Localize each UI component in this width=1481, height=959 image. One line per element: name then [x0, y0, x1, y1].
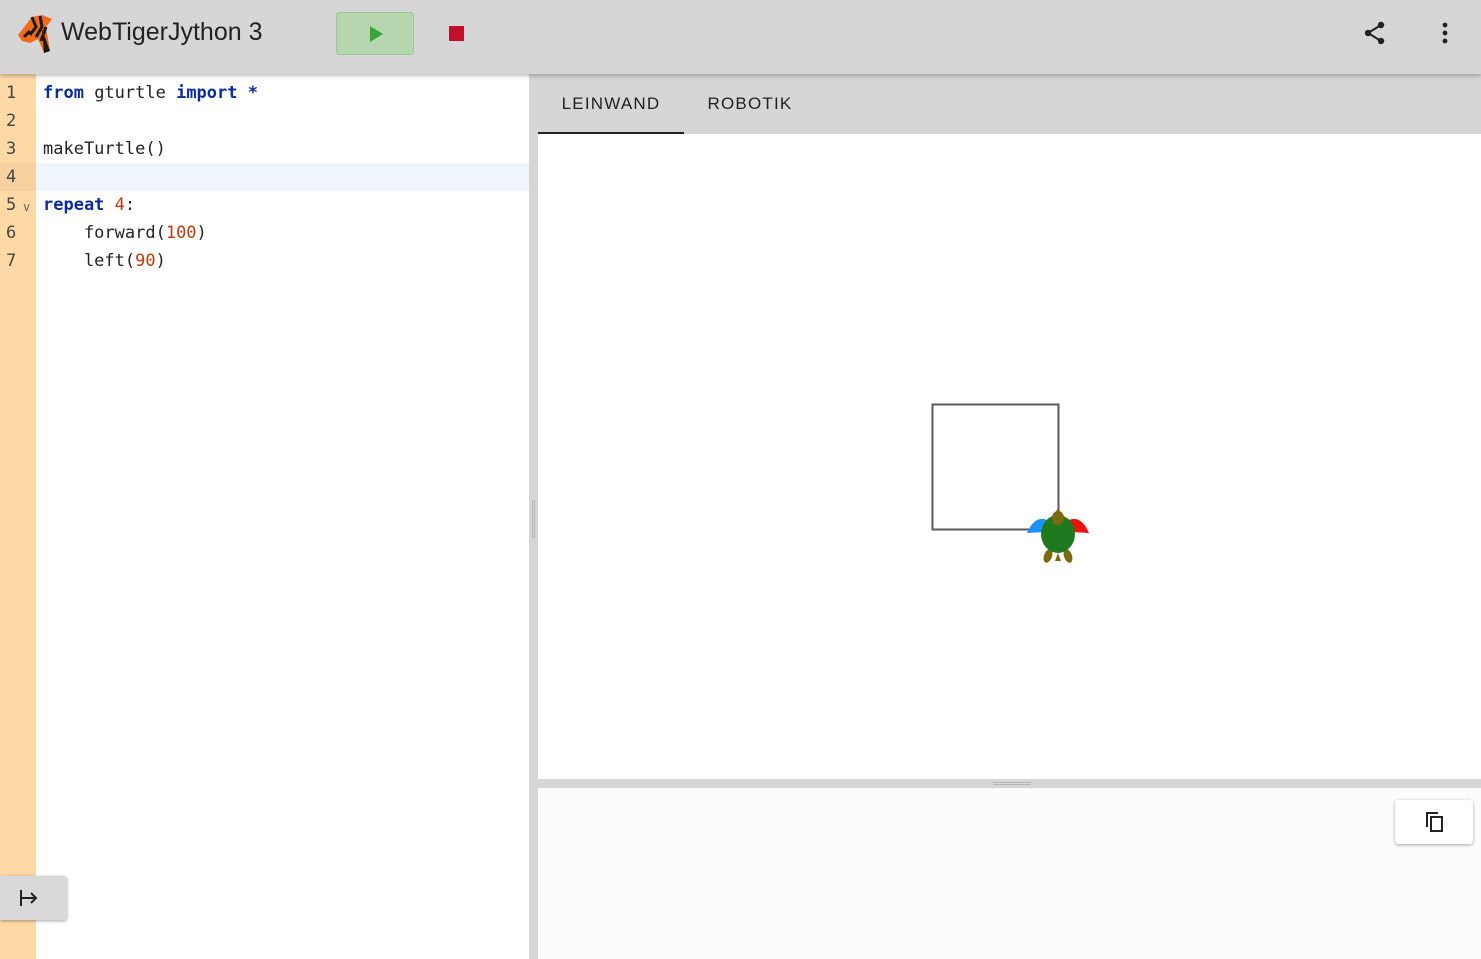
number-token: 4: [114, 195, 125, 215]
code-editor[interactable]: 1 from gturtle import * 2 3 makeTurtle() 4 5 v r…: [0, 74, 529, 959]
tab-robotik[interactable]: ROBOTIK: [684, 74, 816, 134]
code-token: makeTurtle(): [43, 139, 166, 159]
copy-output-button[interactable]: [1395, 800, 1473, 844]
code-text: from gturtle import *: [43, 79, 258, 107]
code-text: left(90): [43, 247, 166, 275]
more-vert-icon: [1442, 22, 1448, 44]
tab-leinwand[interactable]: LEINWAND: [538, 74, 684, 134]
line-number: 5: [6, 195, 17, 215]
number-token: 90: [135, 251, 156, 271]
stop-icon: [449, 26, 464, 41]
share-icon: [1364, 21, 1385, 45]
code-line[interactable]: 1 from gturtle import *: [0, 79, 529, 107]
collapse-editor-button[interactable]: [0, 876, 67, 920]
code-token: gturtle: [83, 83, 177, 103]
code-token: forward(: [43, 223, 166, 243]
keyword-token: repeat: [43, 195, 105, 215]
turtle-canvas: [538, 134, 1481, 779]
code-token: ): [196, 223, 207, 243]
code-line[interactable]: 7 left(90): [0, 247, 529, 275]
share-button[interactable]: [1361, 19, 1389, 47]
horizontal-splitter[interactable]: [538, 779, 1481, 788]
vertical-splitter[interactable]: [529, 74, 538, 959]
code-text: repeat 4:: [43, 191, 135, 219]
line-number: 3: [6, 139, 17, 159]
line-number: 4: [6, 167, 17, 187]
code-line[interactable]: 5 v repeat 4:: [0, 191, 529, 219]
turtle-icon: [1027, 509, 1089, 563]
code-line[interactable]: 3 makeTurtle(): [0, 135, 529, 163]
stop-button[interactable]: [441, 18, 471, 48]
tiger-logo-icon: [18, 15, 52, 53]
number-token: 100: [165, 223, 197, 243]
copy-icon: [1426, 812, 1443, 832]
app-title: WebTigerJython 3: [61, 18, 263, 46]
code-token: left(: [43, 251, 136, 271]
keyword-token: import: [176, 83, 238, 103]
keyword-token: *: [247, 83, 258, 103]
code-line[interactable]: 6 forward(100): [0, 219, 529, 247]
line-number: 1: [6, 83, 17, 103]
line-number: 6: [6, 223, 17, 243]
run-button[interactable]: [336, 12, 414, 55]
fold-marker-icon[interactable]: v: [23, 193, 30, 221]
splitter-grip: [532, 500, 535, 538]
output-console[interactable]: [538, 788, 1481, 959]
turtle-square-path: [931, 403, 1060, 531]
code-line[interactable]: 2: [0, 107, 529, 135]
code-text: makeTurtle(): [43, 135, 166, 163]
tab-bar: LEINWAND ROBOTIK: [538, 74, 1481, 134]
arrow-right-to-bar-icon: [20, 890, 38, 906]
line-number: 2: [6, 111, 17, 131]
hsplitter-grip: [993, 782, 1031, 785]
code-text: forward(100): [43, 219, 207, 247]
code-token: ): [155, 251, 166, 271]
play-icon: [370, 26, 383, 42]
keyword-token: from: [43, 83, 84, 103]
code-line[interactable]: 4: [0, 163, 529, 191]
more-menu-button[interactable]: [1431, 19, 1459, 47]
line-number: 7: [6, 251, 17, 271]
code-token: :: [124, 195, 136, 215]
top-toolbar: WebTigerJython 3: [0, 0, 1481, 74]
canvas-drawing: [931, 403, 1089, 563]
